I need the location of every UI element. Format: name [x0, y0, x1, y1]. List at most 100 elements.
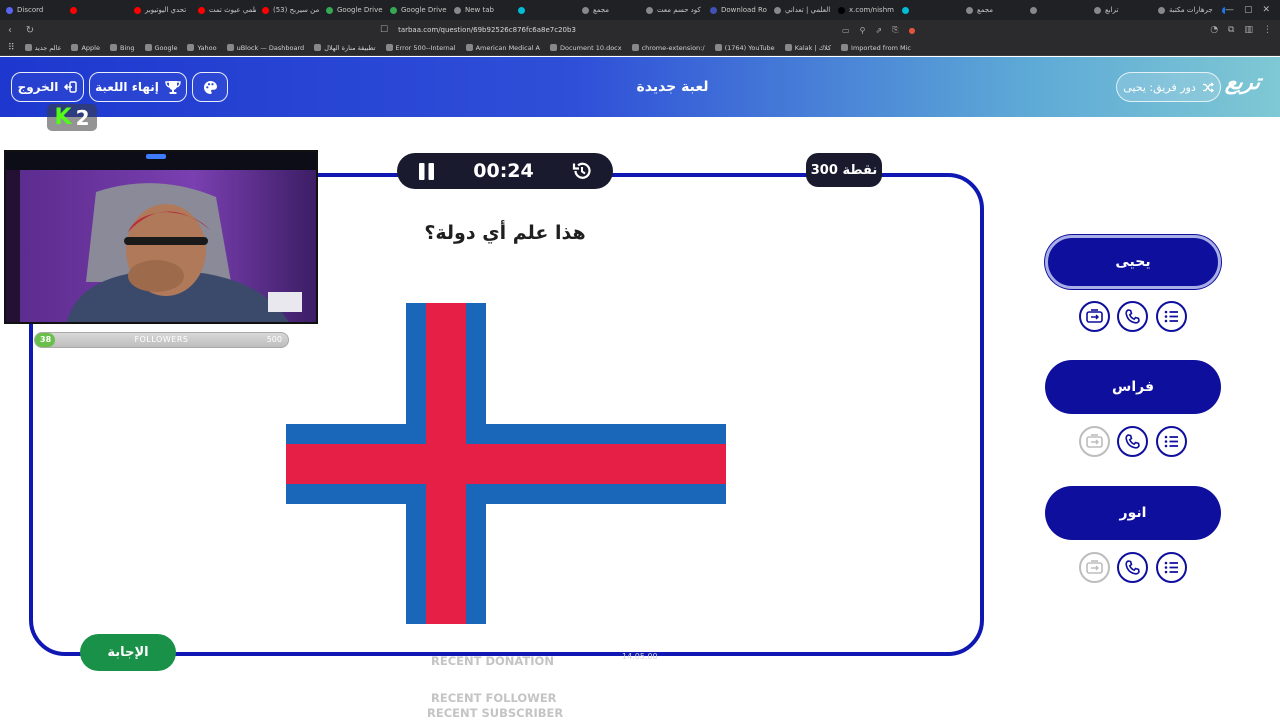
kick-logo-icon: K: [54, 105, 72, 130]
tab-label: مجمع: [977, 6, 994, 14]
browser-tab[interactable]: [64, 0, 128, 20]
phone-a-friend-icon[interactable]: [1117, 426, 1148, 457]
browser-tab[interactable]: جرهارات مكتبة: [1152, 0, 1216, 20]
profile-icon[interactable]: ◔: [1210, 25, 1218, 35]
bookmark-item[interactable]: Yahoo: [187, 43, 217, 52]
phone-a-friend-icon[interactable]: [1117, 552, 1148, 583]
zoom-icon[interactable]: ⚲: [860, 26, 866, 35]
tab-favicon-icon: [70, 6, 77, 14]
tab-label: Download Ro: [721, 6, 767, 14]
sidebar-icon[interactable]: ▥: [1244, 25, 1253, 35]
bookmark-favicon-icon: [226, 44, 234, 51]
bookmark-label: Yahoo: [197, 43, 217, 52]
phone-a-friend-icon[interactable]: [1117, 301, 1148, 332]
team-button-2[interactable]: فراس: [1045, 360, 1221, 414]
tab-label: ترابع: [1105, 6, 1119, 14]
bookmark-label: uBlock — Dashboard: [236, 43, 305, 52]
bookmark-item[interactable]: Imported from Mic: [841, 44, 911, 52]
followers-label: FOLLOWERS: [134, 335, 189, 344]
browser-tab[interactable]: (53) من سيربح: [256, 0, 320, 20]
close-window-icon[interactable]: ✕: [1262, 5, 1270, 15]
bookmark-item[interactable]: (1764) YouTube: [714, 44, 775, 52]
bookmark-item[interactable]: Google: [144, 44, 177, 52]
timer-bar: 00:24: [397, 153, 613, 189]
menu-icon[interactable]: ⋮: [1263, 25, 1272, 35]
screenshot-icon[interactable]: ⎘: [892, 25, 898, 35]
bookmark-item[interactable]: chrome-extension:/: [631, 44, 705, 52]
options-list-icon[interactable]: [1156, 301, 1187, 332]
bookmark-item[interactable]: Bing: [110, 44, 135, 52]
palette-icon: [203, 80, 217, 94]
page-title: لعبة جديدة: [636, 79, 709, 95]
swap-question-icon[interactable]: [1079, 426, 1110, 457]
followers-goal: 500: [266, 335, 282, 344]
tab-favicon-icon: [390, 6, 397, 14]
trophy-icon: [165, 80, 181, 94]
minimize-icon[interactable]: —: [1225, 5, 1234, 15]
tab-search-icon[interactable]: ⧉: [1228, 25, 1234, 35]
tab-favicon-icon: [198, 6, 205, 14]
turn-indicator[interactable]: دور فريق: يحيى: [1116, 72, 1221, 102]
bookmark-item[interactable]: Document 10.docx: [550, 44, 622, 52]
show-answer-button[interactable]: الإجابة: [80, 634, 176, 671]
extension-icon[interactable]: ●: [909, 26, 916, 35]
browser-tab[interactable]: Download Ro: [704, 0, 768, 20]
browser-tab[interactable]: تحدي اليوتيوبر: [128, 0, 192, 20]
browser-tab[interactable]: Google Drive: [320, 0, 384, 20]
maximize-icon[interactable]: ▢: [1244, 5, 1253, 15]
bookmark-item[interactable]: Apple: [71, 44, 100, 52]
browser-tab[interactable]: New tab: [448, 0, 512, 20]
browser-tab[interactable]: [512, 0, 576, 20]
share-icon[interactable]: ⇗: [875, 26, 882, 35]
team-button-3[interactable]: انور: [1045, 486, 1221, 540]
end-game-button[interactable]: إنهاء اللعبة: [89, 72, 187, 102]
options-list-icon[interactable]: [1156, 426, 1187, 457]
bookmark-favicon-icon: [714, 44, 722, 51]
options-list-icon[interactable]: [1156, 552, 1187, 583]
swap-question-icon[interactable]: [1079, 552, 1110, 583]
back-icon[interactable]: ‹: [0, 25, 20, 36]
bookmark-favicon-icon: [144, 44, 152, 51]
logout-icon: [64, 81, 78, 93]
followers-goal-bar: 38 FOLLOWERS 500: [34, 332, 289, 348]
bookmark-item[interactable]: Kalak | كلاك: [784, 44, 831, 52]
browser-tab[interactable]: مجمع: [576, 0, 640, 20]
browser-tab[interactable]: ترابع: [1088, 0, 1152, 20]
tarbaa-logo[interactable]: تربع: [1224, 70, 1262, 94]
reset-timer-icon[interactable]: [571, 160, 593, 182]
webcam-image: [6, 152, 316, 322]
swap-question-icon[interactable]: [1079, 301, 1110, 332]
bookmark-item[interactable]: Error 500--Internal: [385, 44, 456, 52]
browser-tab[interactable]: [896, 0, 960, 20]
pause-icon[interactable]: [417, 162, 436, 181]
bookmark-favicon-icon: [24, 44, 32, 51]
tab-favicon-icon: [774, 6, 781, 14]
browser-tab[interactable]: x.com/nishm: [832, 0, 896, 20]
tab-favicon-icon: [902, 6, 909, 14]
theme-button[interactable]: [192, 72, 228, 102]
url-text[interactable]: tarbaa.com/question/69b92526c876fc6a8e7c…: [398, 26, 576, 34]
tab-favicon-icon: [6, 6, 13, 14]
browser-tab[interactable]: [1024, 0, 1088, 20]
bookmark-item[interactable]: تطبيقة منارة الهلال: [314, 44, 376, 52]
tab-favicon-icon: [838, 6, 845, 14]
browser-tab[interactable]: مجمع: [960, 0, 1024, 20]
browser-tab[interactable]: فاطمي عيوث تمت: [192, 0, 256, 20]
cast-icon[interactable]: ▭: [842, 26, 850, 35]
bookmark-item[interactable]: American Medical A: [465, 44, 540, 52]
bookmark-star-icon[interactable]: ☐: [380, 25, 388, 35]
bookmark-item[interactable]: uBlock — Dashboard: [226, 43, 305, 52]
reload-icon[interactable]: ↻: [20, 25, 40, 36]
apps-icon[interactable]: ⠿: [8, 43, 15, 53]
tab-label: Google Drive: [337, 6, 383, 14]
bookmark-item[interactable]: عالم جديد: [24, 44, 61, 52]
team-button-1[interactable]: يحيى: [1045, 235, 1221, 289]
tab-favicon-icon: [1094, 6, 1101, 14]
exit-button[interactable]: الخروج: [11, 72, 84, 102]
browser-tab[interactable]: Discord: [0, 0, 64, 20]
points-badge: 300 نقطة: [806, 153, 882, 187]
bookmark-favicon-icon: [71, 44, 79, 51]
browser-tab[interactable]: العلمي | تعداني: [768, 0, 832, 20]
browser-tab[interactable]: كود حسم معت: [640, 0, 704, 20]
browser-tab[interactable]: Google Drive: [384, 0, 448, 20]
